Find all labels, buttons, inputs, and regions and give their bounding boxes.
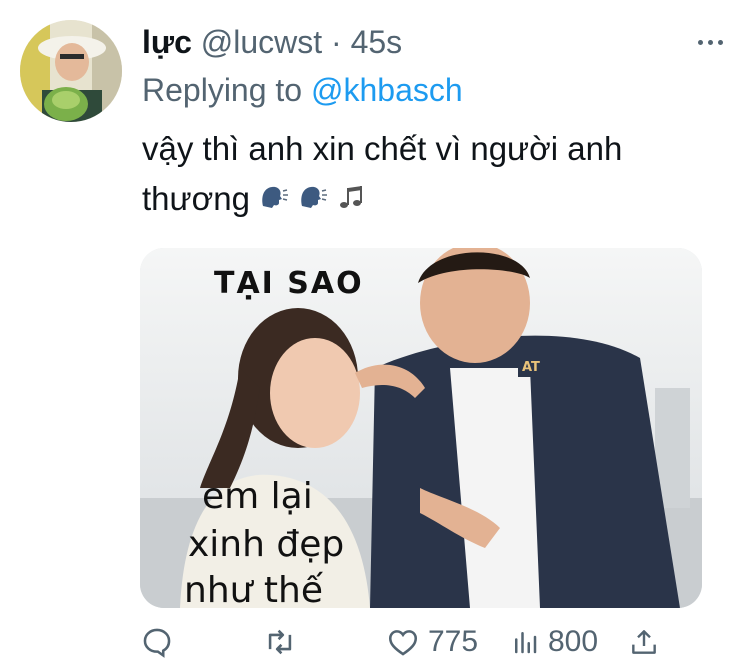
avatar-image: [20, 20, 122, 122]
dot: [707, 39, 713, 45]
musical-notes-icon: [337, 176, 367, 226]
like-button[interactable]: 775: [386, 620, 478, 664]
dot: [717, 39, 723, 45]
avatar[interactable]: [20, 20, 122, 122]
meme-badge: AT: [522, 360, 540, 375]
reply-button[interactable]: [140, 620, 174, 664]
tweet-text-word: thương: [142, 180, 250, 217]
more-options-icon[interactable]: [690, 30, 730, 54]
display-name[interactable]: lực: [142, 24, 192, 60]
views-count: 800: [548, 625, 599, 658]
tweet-text: vậy thì anh xin chết vì người anh thương: [142, 124, 732, 226]
reply-icon: [143, 628, 171, 658]
meme-caption-line: như thế: [184, 570, 323, 608]
timestamp[interactable]: 45s: [351, 24, 403, 60]
replying-to: Replying to @khbasch: [142, 70, 463, 110]
speaking-head-icon: [298, 176, 328, 226]
heart-icon: [388, 630, 418, 656]
retweet-button[interactable]: [262, 620, 298, 664]
views-button[interactable]: 800: [510, 620, 598, 664]
meme-caption-top: TẠI SAO: [214, 266, 364, 301]
dot: [697, 39, 703, 45]
speaking-head-icon: [259, 176, 289, 226]
separator-dot: ·: [331, 24, 342, 60]
replying-prefix: Replying to: [142, 72, 303, 108]
tweet-text-line: vậy thì anh xin chết vì người anh: [142, 130, 623, 167]
tweet-media-image[interactable]: TẠI SAO AT em lại xinh đẹp như thế: [140, 248, 702, 608]
tweet-actions-bar: 775 800: [140, 620, 740, 664]
user-handle[interactable]: @lucwst: [201, 24, 322, 60]
meme-caption-line: em lại: [202, 476, 313, 517]
like-count: 775: [428, 625, 479, 658]
retweet-icon: [268, 629, 292, 655]
meme-caption-line: xinh đẹp: [188, 524, 345, 565]
replying-handle-link[interactable]: @khbasch: [311, 72, 463, 108]
tweet-text-line-2: thương: [142, 174, 732, 226]
analytics-icon: [515, 632, 537, 654]
share-button[interactable]: [628, 620, 660, 664]
tweet-header: lực @lucwst · 45s: [142, 22, 402, 62]
share-icon: [632, 630, 656, 654]
